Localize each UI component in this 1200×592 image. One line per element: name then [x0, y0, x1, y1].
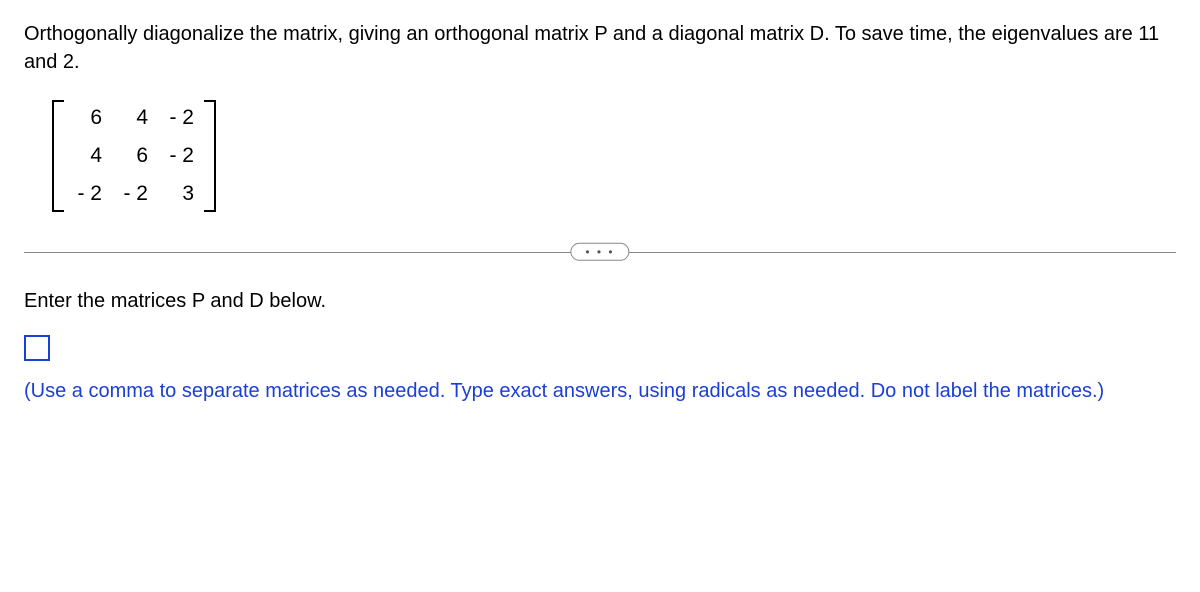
matrix-cell: - 2 — [166, 144, 194, 168]
matrix-cell: 4 — [74, 144, 102, 168]
section-divider: • • • — [24, 240, 1176, 264]
answer-instruction: Enter the matrices P and D below. — [24, 290, 1176, 313]
matrix-cell: 6 — [120, 144, 148, 168]
matrix-bracket-right — [204, 100, 216, 212]
matrix-cell: - 2 — [120, 182, 148, 206]
question-prompt: Orthogonally diagonalize the matrix, giv… — [24, 20, 1176, 76]
matrix-display: 6 4 - 2 4 6 - 2 - 2 - 2 3 — [52, 100, 216, 212]
expand-dots-button[interactable]: • • • — [570, 243, 629, 261]
matrix-cell: - 2 — [74, 182, 102, 206]
matrix-cell: 3 — [166, 182, 194, 206]
matrix-grid: 6 4 - 2 4 6 - 2 - 2 - 2 3 — [64, 100, 204, 212]
matrix-bracket-left — [52, 100, 64, 212]
answer-input[interactable] — [24, 335, 50, 361]
matrix-cell: - 2 — [166, 106, 194, 130]
matrix-cell: 4 — [120, 106, 148, 130]
answer-hint: (Use a comma to separate matrices as nee… — [24, 377, 1176, 405]
matrix-cell: 6 — [74, 106, 102, 130]
